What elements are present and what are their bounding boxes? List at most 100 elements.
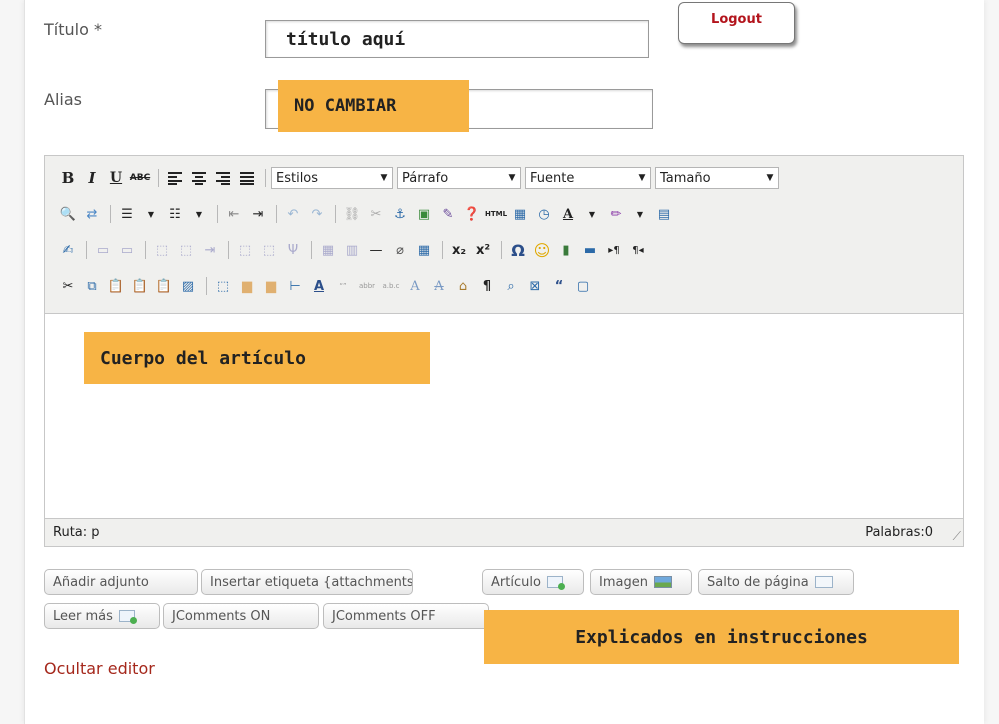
font-select[interactable]: Fuente ▼ [525, 167, 651, 189]
image-icon[interactable]: ▣ [413, 203, 435, 225]
html-icon[interactable]: HTML [485, 203, 507, 225]
horizontal-rule-icon[interactable]: — [365, 239, 387, 261]
special-char-icon[interactable]: Ω [507, 239, 529, 261]
col-before-icon[interactable]: ⬚ [234, 239, 256, 261]
chevron-down-icon[interactable]: ▼ [188, 203, 210, 225]
insert-layer-icon[interactable]: ▆ [236, 275, 258, 297]
paragraph-select[interactable]: Párrafo ▼ [397, 167, 521, 189]
superscript-icon[interactable]: x² [472, 239, 494, 261]
visual-aid-icon[interactable]: ⬚ [212, 275, 234, 297]
insert-attachments-tag-button[interactable]: Insertar etiqueta {attachments} [201, 569, 413, 595]
attributes-icon[interactable]: ⌂ [452, 275, 474, 297]
outdent-icon[interactable]: ⇤ [223, 203, 245, 225]
media-icon[interactable]: ▮ [555, 239, 577, 261]
styleprops-icon[interactable]: A [308, 275, 330, 297]
bullet-list-icon[interactable]: ☰ [116, 203, 138, 225]
redo-icon[interactable]: ↷ [306, 203, 328, 225]
align-right-icon[interactable] [212, 167, 234, 189]
cleanup-icon[interactable]: ✎ [437, 203, 459, 225]
unlink-icon[interactable]: ✂ [365, 203, 387, 225]
logout-button[interactable]: Logout [678, 2, 795, 44]
read-more-button[interactable]: Leer más [44, 603, 160, 629]
horizontal-line-icon[interactable]: ▬ [579, 239, 601, 261]
move-backward-icon[interactable]: ▆ [260, 275, 282, 297]
hide-editor-link[interactable]: Ocultar editor [44, 659, 155, 678]
strikethrough-button[interactable]: ABC [129, 167, 151, 189]
separator [110, 205, 111, 223]
page-break-button[interactable]: Salto de página [698, 569, 854, 595]
del-icon[interactable]: A [404, 275, 426, 297]
cut-icon[interactable]: ✂ [57, 275, 79, 297]
align-center-icon[interactable] [188, 167, 210, 189]
delete-col-icon[interactable]: Ψ [282, 239, 304, 261]
copy-icon[interactable]: ⧉ [81, 275, 103, 297]
blockquote-icon[interactable]: “ [548, 275, 570, 297]
resize-handle-icon[interactable]: ⟋ [953, 529, 961, 544]
size-select-label: Tamaño [660, 170, 711, 186]
preview-icon[interactable]: ▢ [572, 275, 594, 297]
ltr-icon[interactable]: ▸¶ [603, 239, 625, 261]
highlight-color-icon[interactable]: ✏ [605, 203, 627, 225]
delete-row-icon[interactable]: ⇥ [199, 239, 221, 261]
bold-button[interactable]: B [57, 167, 79, 189]
paste-word-icon[interactable]: 📋 [153, 275, 175, 297]
separator [276, 205, 277, 223]
template-icon[interactable]: ⌕ [500, 275, 522, 297]
paste-icon[interactable]: 📋 [105, 275, 127, 297]
nonbreaking-icon[interactable]: ⊠ [524, 275, 546, 297]
cell-props-icon[interactable]: ▭ [116, 239, 138, 261]
row-props-icon[interactable]: ▭ [92, 239, 114, 261]
underline-button[interactable]: U [105, 167, 127, 189]
help-icon[interactable]: ❓ [461, 203, 483, 225]
size-select[interactable]: Tamaño ▼ [655, 167, 779, 189]
jcomments-off-label: JComments OFF [332, 608, 436, 624]
link-icon[interactable]: ⛓ [341, 203, 363, 225]
image-button[interactable]: Imagen [590, 569, 692, 595]
edit-css-icon[interactable]: ✍ [57, 239, 79, 261]
abbr-icon[interactable]: abbr [356, 275, 378, 297]
col-after-icon[interactable]: ⬚ [258, 239, 280, 261]
replace-icon[interactable]: ⇄ [81, 203, 103, 225]
chevron-down-icon[interactable]: ▼ [629, 203, 651, 225]
article-button[interactable]: Artículo [482, 569, 584, 595]
jcomments-off-button[interactable]: JComments OFF [323, 603, 489, 629]
insert-date-icon[interactable]: ▦ [509, 203, 531, 225]
element-path: Ruta: p [53, 525, 100, 540]
ins-icon[interactable]: A [428, 275, 450, 297]
eraser-icon[interactable]: ⌀ [389, 239, 411, 261]
find-icon[interactable]: 🔍 [57, 203, 79, 225]
subscript-icon[interactable]: x₂ [448, 239, 470, 261]
add-attachment-button[interactable]: Añadir adjunto [44, 569, 198, 595]
paragraph-select-label: Párrafo [402, 170, 449, 186]
numbered-list-icon[interactable]: ☷ [164, 203, 186, 225]
italic-button[interactable]: I [81, 167, 103, 189]
styles-select[interactable]: Estilos ▼ [271, 167, 393, 189]
cite-icon[interactable]: “” [332, 275, 354, 297]
split-cells-icon[interactable]: ▦ [317, 239, 339, 261]
emoticon-icon[interactable]: ☺ [531, 239, 553, 261]
fullscreen-icon[interactable]: ▤ [653, 203, 675, 225]
select-all-icon[interactable]: ▨ [177, 275, 199, 297]
acronym-icon[interactable]: a.b.c [380, 275, 402, 297]
paste-text-icon[interactable]: 📋 [129, 275, 151, 297]
text-color-icon[interactable]: A [557, 203, 579, 225]
chevron-down-icon[interactable]: ▼ [140, 203, 162, 225]
merge-cells-icon[interactable]: ▥ [341, 239, 363, 261]
row-after-icon[interactable]: ⬚ [175, 239, 197, 261]
separator [335, 205, 336, 223]
jcomments-on-button[interactable]: JComments ON [163, 603, 319, 629]
row-before-icon[interactable]: ⬚ [151, 239, 173, 261]
insert-time-icon[interactable]: ◷ [533, 203, 555, 225]
align-left-icon[interactable] [164, 167, 186, 189]
undo-icon[interactable]: ↶ [282, 203, 304, 225]
table-icon[interactable]: ▦ [413, 239, 435, 261]
picture-icon [653, 576, 672, 588]
title-input[interactable] [265, 20, 649, 58]
align-justify-icon[interactable] [236, 167, 258, 189]
anchor-icon[interactable]: ⚓ [389, 203, 411, 225]
chevron-down-icon[interactable]: ▼ [581, 203, 603, 225]
rtl-icon[interactable]: ¶◂ [627, 239, 649, 261]
visual-chars-icon[interactable]: ¶ [476, 275, 498, 297]
absolute-position-icon[interactable]: ⊢ [284, 275, 306, 297]
indent-icon[interactable]: ⇥ [247, 203, 269, 225]
